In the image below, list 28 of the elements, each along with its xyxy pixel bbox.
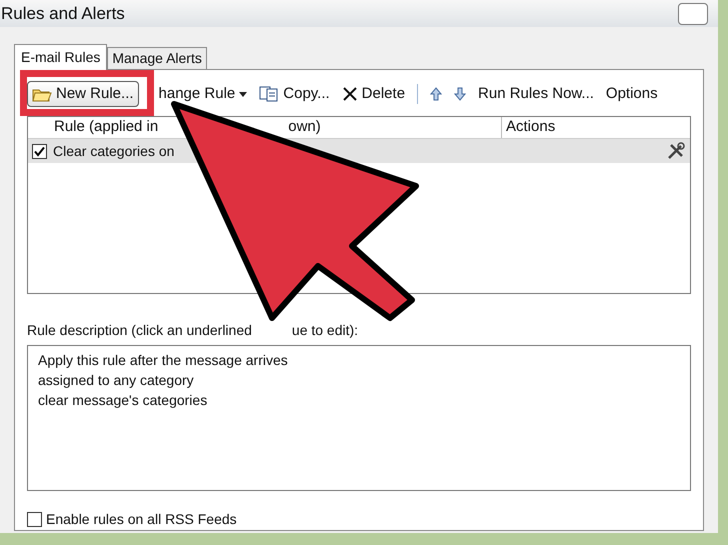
- arrow-up-icon: [430, 87, 442, 101]
- rss-label: Enable rules on all RSS Feeds: [46, 510, 237, 529]
- column-header: Actions: [506, 117, 556, 138]
- column-header: Rule (applied in: [54, 117, 158, 138]
- help-button[interactable]: [678, 2, 708, 24]
- tab[interactable]: E-mail Rules: [14, 44, 108, 70]
- description-label: Rule description (click an underlined: [27, 321, 252, 340]
- description-line: assigned to any category: [38, 371, 195, 390]
- arrow-down-icon: [454, 87, 466, 101]
- change-rule-button[interactable]: hange Rule: [154, 81, 252, 107]
- tab[interactable]: Manage Alerts: [107, 47, 207, 69]
- toolbar-button[interactable]: Run Rules Now...: [474, 81, 598, 107]
- checkbox[interactable]: [32, 144, 47, 158]
- description-label: ue to edit):: [292, 321, 358, 340]
- rule-name: Clear categories on: [53, 142, 174, 161]
- caret-icon: [239, 92, 248, 96]
- copy-button[interactable]: Copy...: [255, 81, 334, 107]
- window-title: Rules and Alerts: [1, 2, 125, 25]
- close-icon: [342, 86, 358, 102]
- description-line: clear message's categories: [38, 391, 208, 410]
- toolbar-button[interactable]: Options: [602, 81, 662, 107]
- column-header: own): [288, 117, 321, 138]
- delete-button[interactable]: Delete: [338, 81, 410, 107]
- tools-icon: [666, 141, 686, 161]
- checkbox[interactable]: [27, 512, 42, 527]
- new-rule-button[interactable]: New Rule...: [27, 81, 139, 107]
- copy-icon: [259, 86, 280, 102]
- description-line: Apply this rule after the message arrives: [38, 351, 289, 370]
